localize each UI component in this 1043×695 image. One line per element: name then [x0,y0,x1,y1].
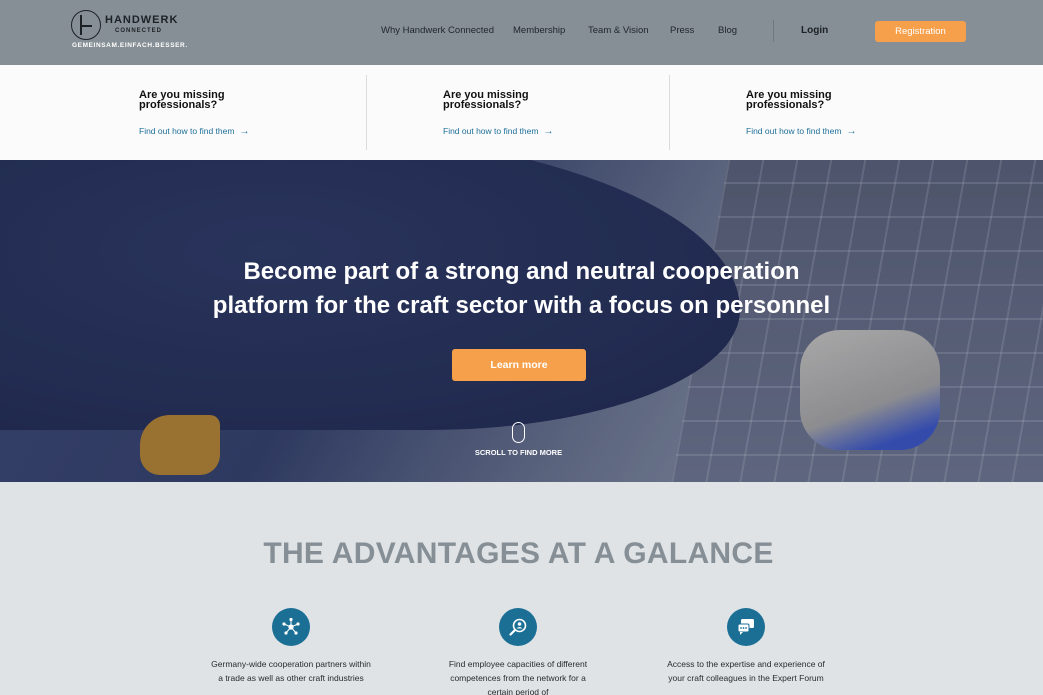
learn-more-button[interactable]: Learn more [452,349,586,381]
info-card-title: Are you missing professionals? [139,89,225,111]
login-link[interactable]: Login [801,25,828,36]
divider [366,75,367,150]
chat-icon [727,608,765,646]
info-card-link[interactable]: Find out how to find them → [139,126,289,137]
feature-text: Germany-wide cooperation partners within… [211,659,371,683]
info-card: Are you missing professionals? Find out … [746,89,896,138]
nav-blog[interactable]: Blog [718,25,737,36]
feature-item: Germany-wide cooperation partners within… [211,608,371,685]
arrow-right-icon: → [543,126,554,137]
registration-button[interactable]: Registration [875,21,966,42]
info-card: Are you missing professionals? Find out … [443,89,593,138]
logo-mark-icon [71,10,101,40]
feature-text: Find employee capacities of different co… [448,659,588,695]
feature-item: Access to the expertise and experience o… [666,608,826,685]
info-card-title: Are you missing professionals? [443,89,529,111]
logo[interactable]: HANDWERK CONNECTED GEMEINSAM.EINFACH.BES… [71,10,187,54]
logo-tagline: GEMEINSAM.EINFACH.BESSER. [72,42,188,49]
nav-press[interactable]: Press [670,25,694,36]
hero-title-line-2: platform for the craft sector with a foc… [212,292,831,319]
logo-sub: CONNECTED [115,28,163,34]
info-card: Are you missing professionals? Find out … [139,89,289,138]
feature-item: Find employee capacities of different co… [438,608,598,695]
arrow-right-icon: → [239,126,250,137]
info-card-link[interactable]: Find out how to find them → [746,126,896,137]
network-icon [272,608,310,646]
info-card-link-label: Find out how to find them [443,126,539,136]
advantages-title: THE ADVANTAGES AT A GALANCE [263,537,774,570]
hero-title: Become part of a strong and neutral coop… [0,255,1043,323]
info-card-title: Are you missing professionals? [746,89,832,111]
info-strip: Are you missing professionals? Find out … [0,65,1043,160]
nav-divider [773,20,774,42]
hero-section: Become part of a strong and neutral coop… [0,160,1043,482]
feature-text: Access to the expertise and experience o… [667,659,825,683]
info-card-link-label: Find out how to find them [139,126,235,136]
logo-name: HANDWERK [105,14,179,26]
nav-why-handwerk[interactable]: Why Handwerk Connected [381,25,494,36]
nav-membership[interactable]: Membership [513,25,565,36]
arrow-right-icon: → [846,126,857,137]
search-person-icon [499,608,537,646]
divider [669,75,670,150]
info-card-link-label: Find out how to find them [746,126,842,136]
info-card-link[interactable]: Find out how to find them → [443,126,593,137]
scroll-mouse-icon[interactable] [512,422,525,443]
scroll-label[interactable]: SCROLL TO FIND MORE [0,448,1037,457]
site-header: HANDWERK CONNECTED GEMEINSAM.EINFACH.BES… [0,0,1043,65]
hero-title-line-1: Become part of a strong and neutral coop… [243,258,800,285]
nav-team-vision[interactable]: Team & Vision [588,25,649,36]
